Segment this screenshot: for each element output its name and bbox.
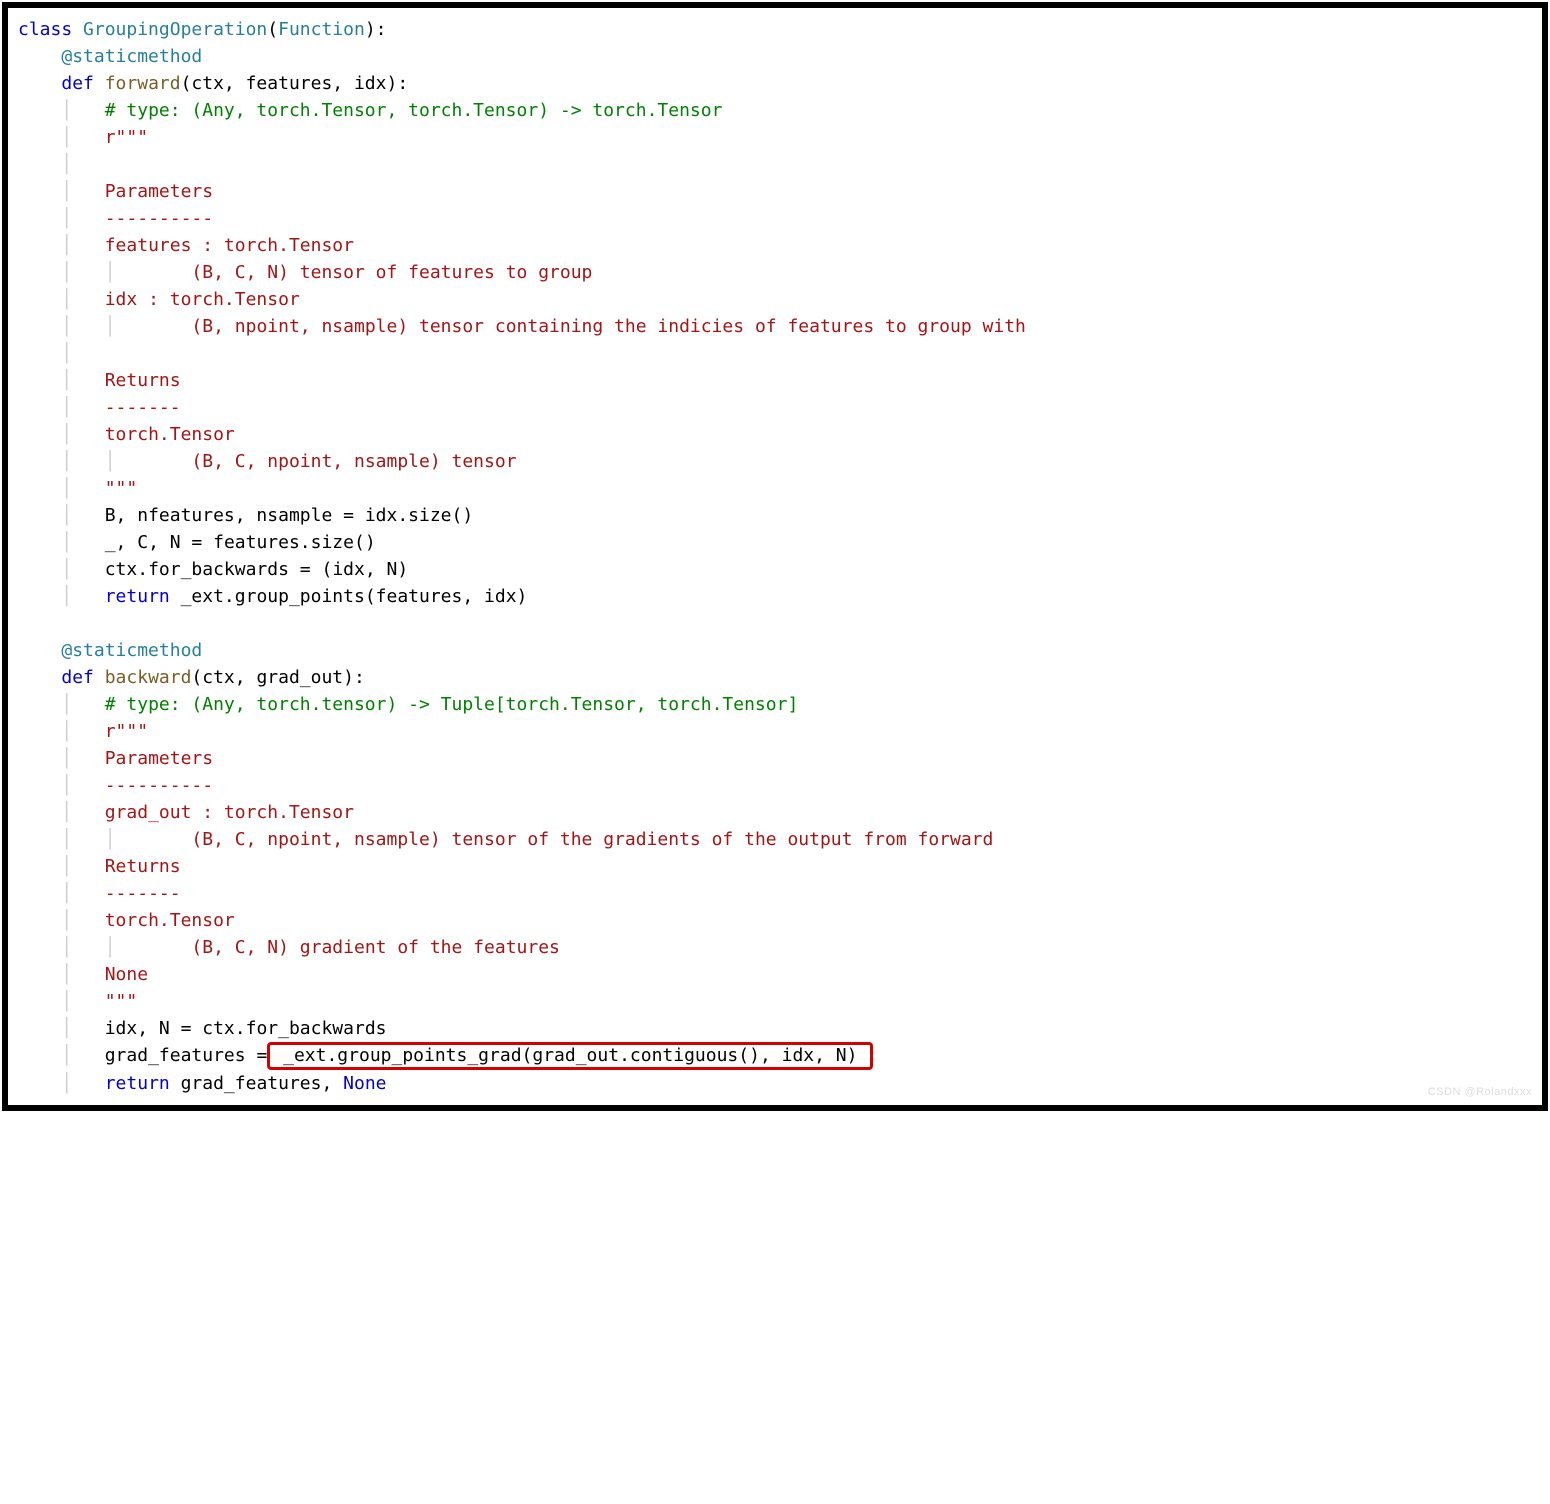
docstring-line: -------: [105, 397, 181, 418]
docstring-line: Returns: [105, 370, 181, 391]
docstring-line: Parameters: [105, 181, 213, 202]
code-line: ctx.for_backwards: [105, 559, 300, 580]
highlighted-code: _ext.group_points_grad(grad_out.contiguo…: [267, 1042, 873, 1070]
docstring: r""": [105, 127, 148, 148]
code-line: B, nfeatures, nsample: [105, 505, 343, 526]
type-comment: # type: (Any, torch.Tensor, torch.Tensor…: [105, 100, 723, 121]
keyword-return: return: [105, 586, 170, 607]
decorator: @staticmethod: [61, 46, 202, 67]
function-name-forward: forward: [105, 73, 181, 94]
docstring-line: grad_out : torch.Tensor: [105, 802, 354, 823]
code-line: _ext.group_points(features, idx): [170, 586, 528, 607]
docstring-line: ----------: [105, 775, 213, 796]
keyword-def: def: [61, 73, 94, 94]
docstring-line: Parameters: [105, 748, 213, 769]
code-line: grad_features: [105, 1045, 257, 1066]
docstring: r""": [105, 721, 148, 742]
docstring-line: (B, C, N) tensor of features to group: [148, 262, 592, 283]
code-line: grad_features,: [170, 1073, 343, 1094]
docstring-line: features : torch.Tensor: [105, 235, 354, 256]
decorator: @staticmethod: [61, 640, 202, 661]
docstring-line: Returns: [105, 856, 181, 877]
keyword-return: return: [105, 1073, 170, 1094]
keyword-none: None: [343, 1073, 386, 1094]
code-line: idx, N: [105, 1018, 181, 1039]
docstring-line: """: [105, 478, 138, 499]
docstring-line: None: [105, 964, 148, 985]
keyword-class: class: [18, 19, 72, 40]
class-name: GroupingOperation: [83, 19, 267, 40]
code-block: class GroupingOperation(Function): @stat…: [18, 16, 1532, 1097]
docstring-line: torch.Tensor: [105, 910, 235, 931]
docstring-line: (B, npoint, nsample) tensor containing t…: [148, 316, 1026, 337]
keyword-def: def: [61, 667, 94, 688]
docstring-line: ----------: [105, 208, 213, 229]
docstring-line: (B, C, npoint, nsample) tensor of the gr…: [148, 829, 993, 850]
watermark: CSDN @Rolandxxx: [1428, 1084, 1532, 1101]
docstring-line: """: [105, 991, 138, 1012]
docstring-line: -------: [105, 883, 181, 904]
docstring-line: torch.Tensor: [105, 424, 235, 445]
code-line: _, C, N: [105, 532, 192, 553]
docstring-line: (B, C, npoint, nsample) tensor: [148, 451, 516, 472]
docstring-line: (B, C, N) gradient of the features: [148, 937, 560, 958]
code-container: class GroupingOperation(Function): @stat…: [2, 2, 1548, 1111]
docstring-line: idx : torch.Tensor: [105, 289, 300, 310]
base-class: Function: [278, 19, 365, 40]
function-name-backward: backward: [105, 667, 192, 688]
type-comment: # type: (Any, torch.tensor) -> Tuple[tor…: [105, 694, 799, 715]
